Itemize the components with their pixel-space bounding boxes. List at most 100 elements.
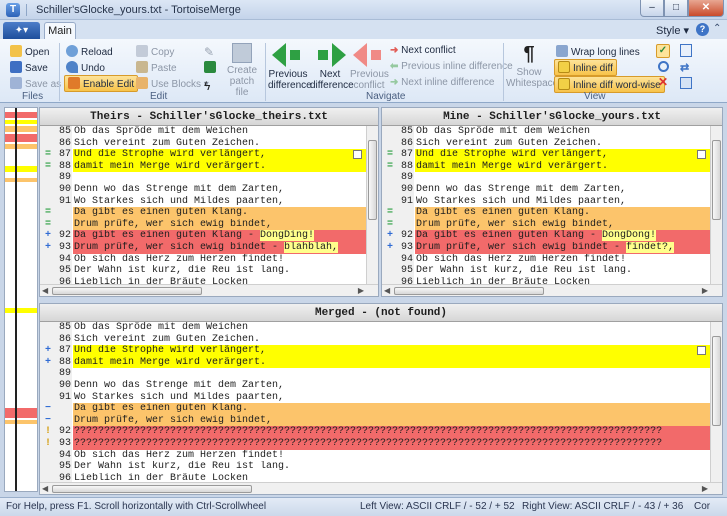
code-line[interactable]: 91 Wo Starkes sich und Mildes paarten, — [382, 195, 722, 208]
scroll-right-icon[interactable]: ▶ — [702, 286, 708, 295]
code-line[interactable]: = Drum prüfe, wer sich ewig bindet, — [40, 218, 378, 231]
next-difference-button[interactable]: Next difference — [310, 43, 354, 91]
layout-split-icon[interactable] — [680, 77, 692, 89]
code-line[interactable]: 86 Sich vereint zum Guten Zeichen. — [40, 333, 722, 346]
create-patch-button[interactable]: Create patch file — [222, 43, 262, 98]
code-line[interactable]: +93 Drum prüfe, wer sich ewig bindet - bl… — [40, 241, 378, 254]
lightning-icon[interactable]: ϟ — [204, 79, 210, 93]
code-line[interactable]: +92 Da gibt es einen guten Klang - DongDi… — [40, 230, 378, 242]
code-line[interactable]: 95 Der Wahn ist kurz, die Reu ist lang. — [40, 461, 722, 473]
code-line[interactable]: ! 93?????????????????????????????????????… — [40, 437, 722, 450]
view-x-icon[interactable]: ✕ — [658, 75, 668, 89]
scroll-right-icon[interactable]: ▶ — [358, 286, 364, 295]
show-whitespaces-button[interactable]: ¶ Show Whitespaces — [506, 43, 563, 89]
next-inline-difference-button[interactable]: ➜ Next inline difference — [390, 77, 494, 88]
mine-lines[interactable]: 85 Ob das Spröde mit dem Weichen 86 Sich ve… — [382, 126, 722, 289]
mine-vertical-scrollbar[interactable] — [710, 126, 722, 284]
code-line[interactable]: 86 Sich vereint zum Guten Zeichen. — [40, 137, 378, 150]
save-as-button[interactable]: Save as — [10, 77, 61, 90]
layout-pane-icon[interactable] — [680, 44, 692, 57]
minimize-button[interactable]: – — [640, 0, 664, 17]
inline-diff-word-wise-toggle[interactable]: Inline diff word-wise — [554, 76, 665, 93]
next-conflict-button[interactable]: ➜ Next conflict — [390, 45, 456, 56]
code-line[interactable]: 85 Ob das Spröde mit dem Weichen — [40, 322, 722, 334]
scroll-left-icon[interactable]: ◀ — [42, 286, 48, 295]
merged-lines[interactable]: 85 Ob das Spröde mit dem Weichen 86 Sich ve… — [40, 322, 722, 485]
code-line[interactable]: = 87 Und die Strophe wird verlängert, — [382, 149, 722, 161]
maximize-button[interactable]: □ — [664, 0, 688, 17]
block-marker-icon[interactable] — [353, 150, 362, 160]
application-menu-button[interactable]: ✦▾ — [3, 22, 40, 39]
scroll-thumb[interactable] — [368, 140, 377, 220]
scroll-left-icon[interactable]: ◀ — [42, 484, 48, 493]
scroll-thumb[interactable] — [52, 287, 202, 295]
previous-difference-button[interactable]: Previous difference — [268, 43, 312, 91]
code-line[interactable]: 85 Ob das Spröde mit dem Weichen — [40, 126, 378, 138]
code-line[interactable]: 91 Wo Starkes sich und Mildes paarten, — [40, 391, 722, 404]
code-line[interactable]: 95 Der Wahn ist kurz, die Reu ist lang. — [382, 265, 722, 277]
style-menu[interactable]: Style ▾ — [656, 24, 689, 37]
save-button[interactable]: Save — [10, 61, 48, 74]
scroll-thumb[interactable] — [712, 140, 721, 220]
swap-icon[interactable]: ⇄ — [680, 61, 689, 74]
block-marker-icon[interactable] — [697, 346, 706, 356]
code-line[interactable]: = 88 damit mein Merge wird verärgert. — [382, 160, 722, 173]
reload-button[interactable]: Reload — [66, 45, 113, 58]
code-line[interactable]: − Da gibt es einen guten Klang. — [40, 403, 722, 415]
open-button[interactable]: Open — [10, 45, 49, 58]
theirs-horizontal-scrollbar[interactable]: ◀ ▶ — [40, 284, 378, 296]
code-line[interactable]: = 88 damit mein Merge wird verärgert. — [40, 160, 378, 173]
code-line[interactable]: 86 Sich vereint zum Guten Zeichen. — [382, 137, 722, 150]
mine-horizontal-scrollbar[interactable]: ◀ ▶ — [382, 284, 722, 296]
code-line[interactable]: − Drum prüfe, wer sich ewig bindet, — [40, 414, 722, 427]
patch-apply-icon[interactable] — [204, 61, 219, 74]
code-line[interactable]: +92 Da gibt es einen guten Klang - DongDo… — [382, 230, 722, 242]
code-line[interactable]: 90 Denn wo das Strenge mit dem Zarten, — [40, 183, 378, 196]
code-line[interactable]: 90 Denn wo das Strenge mit dem Zarten, — [40, 379, 722, 392]
code-line[interactable]: ! 92?????????????????????????????????????… — [40, 426, 722, 438]
code-line[interactable]: 90 Denn wo das Strenge mit dem Zarten, — [382, 183, 722, 196]
theirs-lines[interactable]: 85 Ob das Spröde mit dem Weichen 86 Sich ve… — [40, 126, 378, 289]
scroll-left-icon[interactable]: ◀ — [384, 286, 390, 295]
code-line[interactable]: = 87 Und die Strophe wird verlängert, — [40, 149, 378, 161]
close-button[interactable]: ✕ — [688, 0, 724, 17]
diff-locator-bar[interactable] — [4, 107, 38, 492]
theirs-vertical-scrollbar[interactable] — [366, 126, 378, 284]
code-line[interactable]: 94 Ob sich das Herz zum Herzen findet! — [382, 253, 722, 266]
use-blocks-dropdown[interactable]: Use Blocks ▾ — [136, 77, 209, 90]
scroll-thumb[interactable] — [52, 485, 252, 493]
merged-vertical-scrollbar[interactable] — [710, 322, 722, 482]
block-marker-icon[interactable] — [697, 150, 706, 160]
inline-diff-toggle[interactable]: Inline diff — [554, 59, 617, 76]
enable-edit-toggle[interactable]: Enable Edit — [64, 75, 139, 92]
code-line[interactable]: +93 Drum prüfe, wer sich ewig bindet - fi… — [382, 241, 722, 254]
code-line[interactable]: = Da gibt es einen guten Klang. — [40, 207, 378, 219]
code-line[interactable]: 91 Wo Starkes sich und Mildes paarten, — [40, 195, 378, 208]
scroll-right-icon[interactable]: ▶ — [702, 484, 708, 493]
tab-main[interactable]: Main — [44, 22, 76, 40]
scroll-thumb[interactable] — [712, 336, 721, 426]
mine-pane[interactable]: Mine - Schiller'sGlocke_yours.txt 85 Ob d… — [381, 107, 723, 297]
wrap-long-lines-button[interactable]: Wrap long lines — [556, 45, 640, 58]
paste-button[interactable]: Paste — [136, 61, 177, 74]
code-line[interactable]: +88 damit mein Merge wird verärgert. — [40, 356, 722, 369]
code-line[interactable]: +87 Und die Strophe wird verlängert, — [40, 345, 722, 357]
view-check-toggle[interactable]: ✓ — [656, 44, 670, 58]
code-line[interactable]: 89 — [40, 172, 378, 184]
copy-button[interactable]: Copy — [136, 45, 174, 58]
help-icon[interactable]: ? — [696, 23, 709, 36]
code-line[interactable]: 89 — [40, 368, 722, 380]
wand-icon[interactable]: ✎ — [204, 45, 214, 59]
ribbon-minimize-icon[interactable]: ⌃ — [713, 23, 721, 34]
code-line[interactable]: = Drum prüfe, wer sich ewig bindet, — [382, 218, 722, 231]
theirs-pane[interactable]: Theirs - Schiller'sGlocke_theirs.txt 85 O… — [39, 107, 379, 297]
code-line[interactable]: 94 Ob sich das Herz zum Herzen findet! — [40, 253, 378, 266]
code-line[interactable]: = Da gibt es einen guten Klang. — [382, 207, 722, 219]
tortoisemerge-app-icon[interactable]: T — [6, 3, 20, 17]
previous-conflict-button[interactable]: Previous conflict — [350, 43, 389, 91]
undo-button[interactable]: Undo — [66, 61, 105, 74]
previous-inline-difference-button[interactable]: ⬅ Previous inline difference — [390, 61, 513, 72]
code-line[interactable]: 85 Ob das Spröde mit dem Weichen — [382, 126, 722, 138]
scroll-thumb[interactable] — [394, 287, 544, 295]
merged-horizontal-scrollbar[interactable]: ◀ ▶ — [40, 482, 722, 494]
